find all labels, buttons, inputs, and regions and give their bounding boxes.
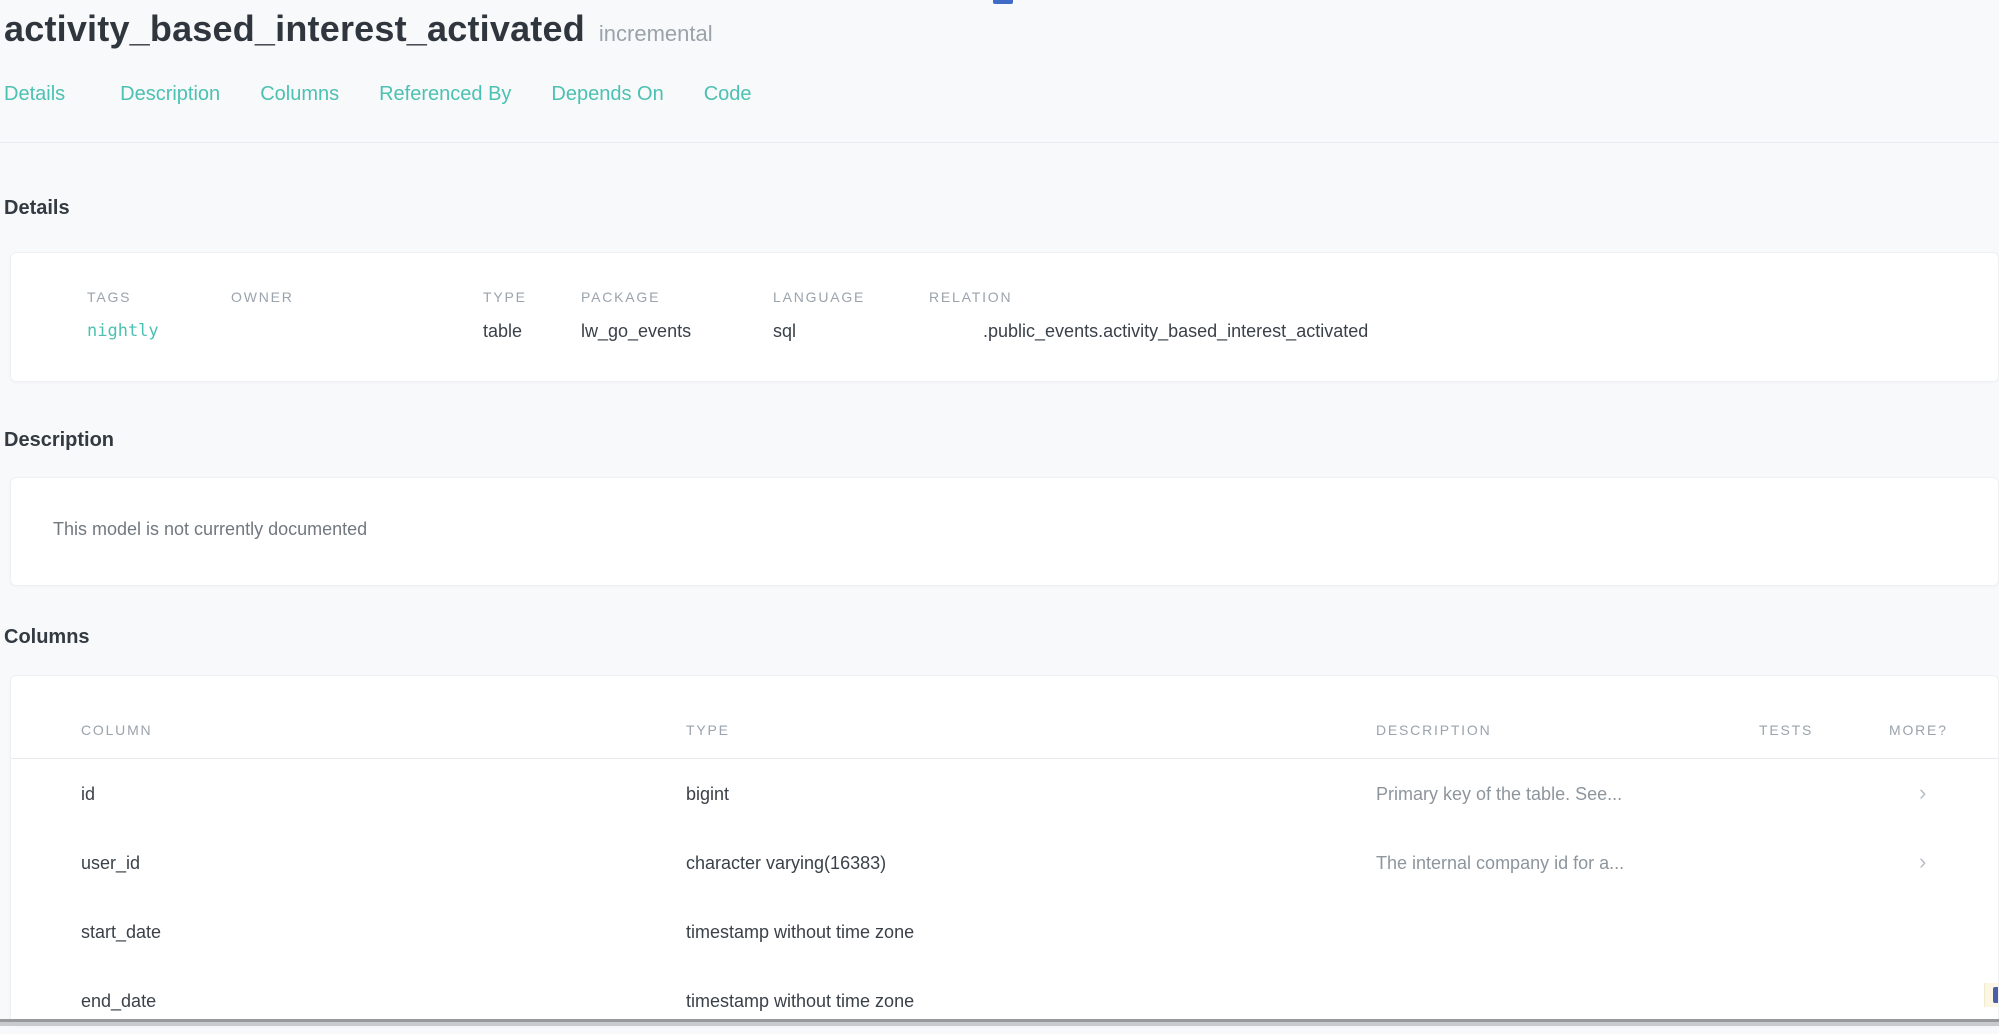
cell-column-description: Primary key of the table. See... bbox=[1376, 783, 1759, 805]
column-header-type: TYPE bbox=[686, 722, 1376, 738]
column-header-column: COLUMN bbox=[81, 722, 686, 738]
columns-heading: Columns bbox=[0, 624, 1999, 650]
description-card: This model is not currently documented bbox=[10, 477, 1999, 586]
details-values-row: nightly table lw_go_events sql .public_e… bbox=[87, 305, 1998, 343]
tab-code[interactable]: Code bbox=[704, 82, 752, 106]
chevron-right-icon[interactable]: › bbox=[1919, 851, 1926, 873]
tab-description[interactable]: Description bbox=[120, 82, 220, 106]
description-heading: Description bbox=[0, 427, 1999, 453]
table-row-user-id[interactable]: user_id character varying(16383) The int… bbox=[11, 828, 1998, 897]
columns-table-header: COLUMN TYPE DESCRIPTION TESTS MORE? bbox=[11, 676, 1998, 759]
chevron-right-icon[interactable]: › bbox=[1919, 782, 1926, 804]
cell-column-name: id bbox=[81, 783, 686, 805]
cell-column-name: user_id bbox=[81, 852, 686, 874]
package-label: PACKAGE bbox=[581, 289, 773, 305]
header-divider bbox=[0, 142, 1999, 143]
relation-value: .public_events.activity_based_interest_a… bbox=[929, 319, 1998, 343]
tab-details[interactable]: Details bbox=[4, 82, 65, 106]
details-card: TAGS OWNER TYPE PACKAGE LANGUAGE RELATIO… bbox=[10, 252, 1999, 382]
tag-link-nightly[interactable]: nightly bbox=[87, 319, 231, 343]
bottom-edge-track bbox=[0, 1022, 1999, 1026]
tab-columns[interactable]: Columns bbox=[260, 82, 339, 106]
table-row-start-date[interactable]: start_date timestamp without time zone bbox=[11, 897, 1998, 966]
page-title: activity_based_interest_activated bbox=[4, 8, 585, 50]
section-nav: Details Description Columns Referenced B… bbox=[0, 82, 1999, 106]
column-header-more: MORE? bbox=[1889, 722, 1998, 738]
language-label: LANGUAGE bbox=[773, 289, 929, 305]
details-heading: Details bbox=[0, 195, 1999, 221]
page-header: activity_based_interest_activated increm… bbox=[0, 8, 1999, 50]
relation-label: RELATION bbox=[929, 289, 1998, 305]
tab-referenced-by[interactable]: Referenced By bbox=[379, 82, 511, 106]
language-value: sql bbox=[773, 319, 929, 343]
clipped-button-bar bbox=[1993, 987, 1998, 1003]
cell-column-name: end_date bbox=[81, 990, 686, 1012]
table-row-end-date[interactable]: end_date timestamp without time zone bbox=[11, 966, 1998, 1026]
cell-column-type: timestamp without time zone bbox=[686, 921, 1376, 943]
columns-card: COLUMN TYPE DESCRIPTION TESTS MORE? id b… bbox=[10, 675, 1999, 1026]
tags-label: TAGS bbox=[87, 289, 231, 305]
cell-column-name: start_date bbox=[81, 921, 686, 943]
materialization-badge: incremental bbox=[599, 21, 713, 47]
table-row-id[interactable]: id bigint Primary key of the table. See.… bbox=[11, 759, 1998, 828]
cell-column-type: character varying(16383) bbox=[686, 852, 1376, 874]
owner-value bbox=[231, 319, 483, 343]
owner-label: OWNER bbox=[231, 289, 483, 305]
description-text: This model is not currently documented bbox=[53, 518, 1998, 540]
clipped-button-right-edge[interactable] bbox=[1984, 983, 1998, 1007]
cell-column-description: The internal company id for a... bbox=[1376, 852, 1759, 874]
type-value: table bbox=[483, 319, 581, 343]
details-labels-row: TAGS OWNER TYPE PACKAGE LANGUAGE RELATIO… bbox=[87, 289, 1998, 305]
column-header-tests: TESTS bbox=[1759, 722, 1889, 738]
model-docs-page: activity_based_interest_activated increm… bbox=[0, 0, 1999, 1026]
type-label: TYPE bbox=[483, 289, 581, 305]
cell-column-type: timestamp without time zone bbox=[686, 990, 1376, 1012]
tab-depends-on[interactable]: Depends On bbox=[551, 82, 663, 106]
clipped-element-top bbox=[993, 0, 1013, 4]
package-value: lw_go_events bbox=[581, 319, 773, 343]
column-header-description: DESCRIPTION bbox=[1376, 722, 1759, 738]
bottom-window-edge bbox=[0, 1019, 1999, 1026]
cell-column-type: bigint bbox=[686, 783, 1376, 805]
